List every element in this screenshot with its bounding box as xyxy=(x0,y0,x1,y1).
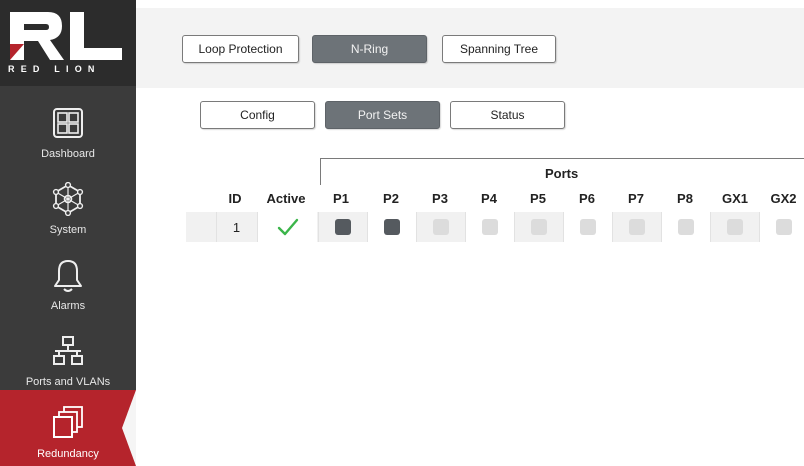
port-checkbox[interactable] xyxy=(335,219,351,235)
stacked-windows-icon xyxy=(53,406,83,438)
column-header-active: Active xyxy=(266,191,306,206)
tab-n-ring[interactable]: N-Ring xyxy=(312,35,427,63)
port-checkbox[interactable] xyxy=(531,219,547,235)
rl-logo-mark xyxy=(10,12,122,60)
column-header-port: P3 xyxy=(432,191,448,206)
port-cell xyxy=(318,212,367,242)
sidebar-item-label: Alarms xyxy=(50,300,86,312)
port-cell xyxy=(612,212,661,242)
sidebar-item-ports-and-vlans[interactable]: Ports and VLANs xyxy=(0,318,136,394)
port-cell xyxy=(710,212,759,242)
sidebar-item-dashboard[interactable]: Dashboard xyxy=(0,90,136,166)
dashboard-icon xyxy=(53,108,83,138)
sidebar-item-label: Ports and VLANs xyxy=(25,376,111,388)
port-checkbox[interactable] xyxy=(482,219,498,235)
network-hub-icon xyxy=(52,182,84,216)
network-topology-icon xyxy=(53,336,83,365)
port-checkbox[interactable] xyxy=(678,219,694,235)
port-cell xyxy=(367,212,416,242)
column-header-port: GX2 xyxy=(770,191,797,206)
port-cell xyxy=(759,212,804,242)
subtab-status[interactable]: Status xyxy=(450,101,565,129)
sidebar-item-system[interactable]: System xyxy=(0,166,136,242)
bell-icon xyxy=(54,260,82,292)
red-lion-logo: RED LION xyxy=(0,0,136,86)
port-checkbox[interactable] xyxy=(727,219,743,235)
column-header-port: P5 xyxy=(530,191,546,206)
sidebar: RED LION Dashboard System Alarms Ports a… xyxy=(0,0,136,466)
column-header-port: P4 xyxy=(481,191,497,206)
tab-spanning-tree[interactable]: Spanning Tree xyxy=(442,35,556,63)
column-header-port: P2 xyxy=(383,191,399,206)
column-header-port: P8 xyxy=(677,191,693,206)
port-cell xyxy=(465,212,514,242)
sidebar-item-label: Redundancy xyxy=(37,448,99,460)
port-checkbox[interactable] xyxy=(776,219,792,235)
brand-name: RED LION xyxy=(8,64,101,74)
sidebar-item-alarms[interactable]: Alarms xyxy=(0,242,136,318)
tab-loop-protection[interactable]: Loop Protection xyxy=(182,35,299,63)
row-active-cell[interactable] xyxy=(257,212,317,242)
port-cell xyxy=(514,212,563,242)
column-header-port: P1 xyxy=(333,191,349,206)
row-id-cell: 1 xyxy=(216,212,256,242)
port-cell xyxy=(661,212,710,242)
sidebar-item-label: System xyxy=(49,224,87,236)
checkmark-icon xyxy=(277,218,298,236)
top-tab-bar: Loop Protection N-Ring Spanning Tree xyxy=(136,8,804,88)
ports-group-title: Ports xyxy=(545,166,579,181)
port-checkbox[interactable] xyxy=(629,219,645,235)
port-checkbox[interactable] xyxy=(384,219,400,235)
column-header-port: P7 xyxy=(628,191,644,206)
subtab-config[interactable]: Config xyxy=(200,101,315,129)
column-header-port: GX1 xyxy=(721,191,748,206)
sidebar-item-redundancy[interactable]: Redundancy xyxy=(0,390,136,466)
port-checkbox[interactable] xyxy=(580,219,596,235)
column-header-id: ID xyxy=(228,191,242,206)
port-cell xyxy=(416,212,465,242)
sidebar-item-label: Dashboard xyxy=(41,148,95,160)
port-cell xyxy=(563,212,612,242)
column-header-port: P6 xyxy=(579,191,595,206)
port-checkbox[interactable] xyxy=(433,219,449,235)
subtab-port-sets[interactable]: Port Sets xyxy=(325,101,440,129)
